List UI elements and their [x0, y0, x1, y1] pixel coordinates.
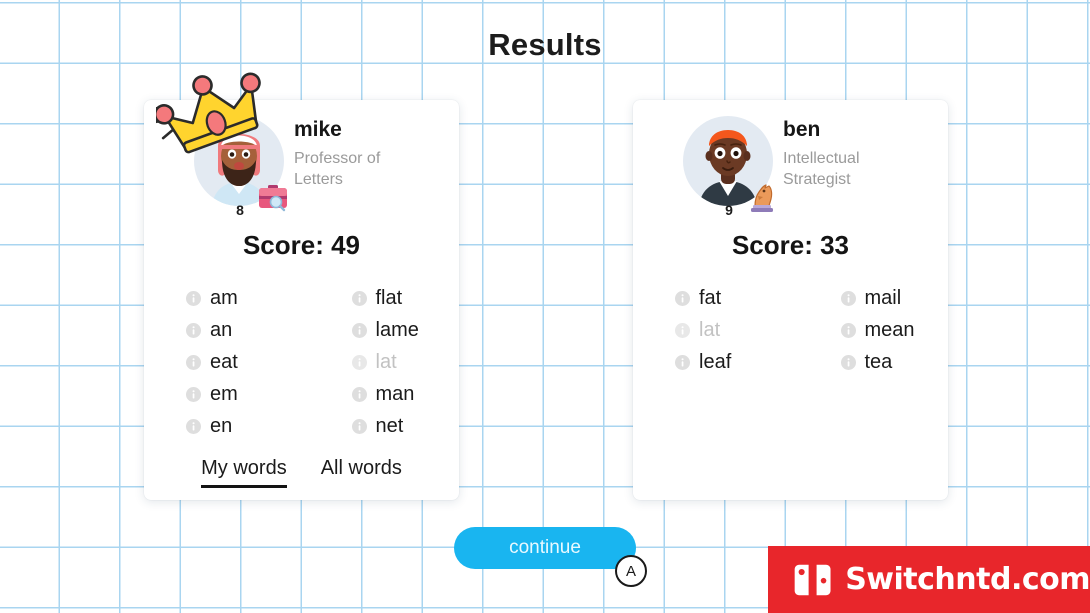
info-icon[interactable]: [186, 290, 201, 306]
word-item[interactable]: lat: [675, 314, 783, 346]
info-icon[interactable]: [351, 386, 367, 402]
player-role: Professor of Letters: [294, 148, 444, 190]
word-text: lat: [375, 351, 397, 373]
info-icon[interactable]: [840, 354, 856, 370]
word-item[interactable]: en: [186, 410, 294, 442]
word-item[interactable]: eat: [186, 346, 294, 378]
word-text: eat: [210, 351, 238, 373]
word-item[interactable]: man: [351, 378, 460, 410]
chess-knight-icon: [751, 184, 773, 212]
player-name: ben: [783, 118, 821, 141]
player-role-line-2: Strategist: [783, 171, 851, 189]
info-icon[interactable]: [840, 322, 856, 338]
player-role-line-2: Letters: [294, 171, 343, 189]
word-text: fat: [699, 287, 722, 309]
word-text: tea: [864, 351, 893, 373]
word-text: an: [210, 319, 233, 341]
word-item[interactable]: em: [186, 378, 294, 410]
info-icon[interactable]: [351, 322, 367, 338]
tab-my-words[interactable]: My words: [201, 457, 287, 488]
word-text: man: [375, 383, 415, 405]
word-item[interactable]: flat: [351, 282, 460, 314]
watermark: Switchntd.com: [768, 546, 1090, 613]
info-icon[interactable]: [675, 354, 690, 370]
player-level-badge: 9: [725, 202, 733, 218]
info-icon[interactable]: [186, 354, 201, 370]
nintendo-switch-logo-icon: [794, 564, 831, 595]
info-icon[interactable]: [675, 322, 690, 338]
word-text: mean: [864, 319, 915, 341]
word-text: am: [210, 287, 238, 309]
word-column-left: am an eat em en: [186, 282, 294, 442]
word-text: lame: [375, 319, 419, 341]
word-item[interactable]: leaf: [675, 346, 783, 378]
word-item[interactable]: lame: [351, 314, 460, 346]
continue-button[interactable]: continue: [454, 527, 636, 569]
word-text: en: [210, 415, 233, 437]
info-icon[interactable]: [351, 418, 367, 434]
player-identity: ben Intellectual Strategist: [783, 118, 933, 190]
word-text: flat: [375, 287, 403, 309]
player-header: 9 ben Intellectual Strategist: [633, 100, 948, 220]
avatar: 9: [671, 108, 779, 218]
word-column-left: fat lat leaf: [675, 282, 783, 378]
watermark-text: Switchntd.com: [845, 562, 1090, 597]
player-role-line-1: Intellectual: [783, 150, 860, 168]
word-item[interactable]: mean: [840, 314, 949, 346]
word-item[interactable]: tea: [840, 346, 949, 378]
briefcase-icon: [259, 185, 287, 212]
page-title: Results: [488, 27, 602, 62]
avatar: 8: [156, 72, 290, 218]
word-text: mail: [864, 287, 902, 309]
word-list-tabs: My words All words: [144, 457, 459, 488]
word-item[interactable]: net: [351, 410, 460, 442]
word-item[interactable]: fat: [675, 282, 783, 314]
info-icon[interactable]: [351, 354, 367, 370]
info-icon[interactable]: [351, 290, 367, 306]
word-text: em: [210, 383, 238, 405]
word-column-right: flat lame lat man net: [351, 282, 460, 442]
info-icon[interactable]: [840, 290, 856, 306]
player-name: mike: [294, 118, 342, 141]
player-card-ben: 9 ben Intellectual Strategist Score: 33: [633, 100, 948, 500]
word-column-right: mail mean tea: [840, 282, 949, 378]
player-score: Score: 49: [242, 230, 361, 260]
word-item[interactable]: am: [186, 282, 294, 314]
info-icon[interactable]: [186, 418, 201, 434]
word-text: leaf: [699, 351, 732, 373]
word-item[interactable]: lat: [351, 346, 460, 378]
info-icon[interactable]: [186, 322, 201, 338]
player-role: Intellectual Strategist: [783, 148, 933, 190]
word-item[interactable]: an: [186, 314, 294, 346]
word-list: fat lat leaf mail mean tea: [633, 282, 948, 450]
player-header: 8 mike Professor of Letters: [144, 72, 459, 220]
player-level-badge: 8: [236, 202, 244, 218]
tab-all-words[interactable]: All words: [321, 457, 402, 488]
word-item[interactable]: mail: [840, 282, 949, 314]
player-score: Score: 33: [731, 230, 850, 260]
results-screen: Results 8 mike Professor of Letters Scor…: [0, 0, 1090, 613]
info-icon[interactable]: [186, 386, 201, 402]
info-icon[interactable]: [675, 290, 690, 306]
player-card-mike: 8 mike Professor of Letters Score: 49 am…: [144, 72, 459, 500]
word-text: net: [375, 415, 404, 437]
word-text: lat: [699, 319, 721, 341]
player-identity: mike Professor of Letters: [294, 118, 444, 190]
word-list: am an eat em en flat lame lat man net: [144, 282, 459, 450]
player-role-line-1: Professor of: [294, 150, 381, 168]
a-button-hint[interactable]: A: [615, 555, 647, 587]
